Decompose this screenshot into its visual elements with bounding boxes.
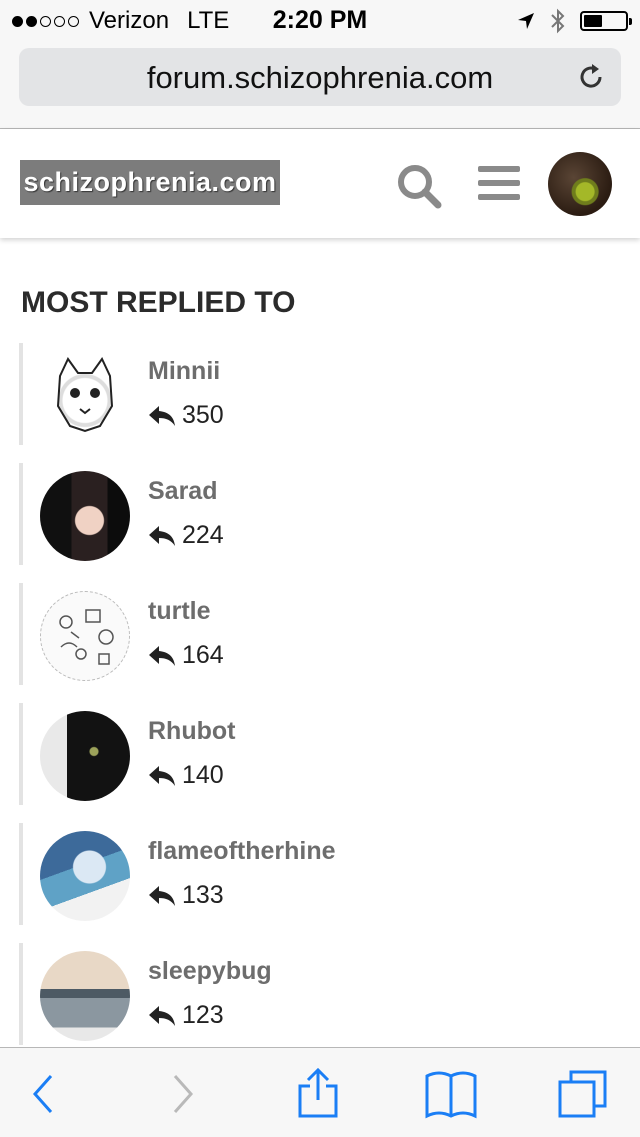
username-link[interactable]: Rhubot (148, 717, 235, 746)
reply-count-value: 224 (182, 521, 224, 549)
reply-count: 140 (148, 761, 224, 790)
location-arrow-icon (518, 13, 534, 29)
avatar[interactable] (40, 471, 130, 561)
reply-count: 224 (148, 521, 224, 550)
site-logo[interactable]: schizophrenia.com (20, 160, 280, 205)
bottom-toolbar (0, 1047, 640, 1137)
avatar[interactable] (40, 711, 130, 801)
status-bar: Verizon LTE 2:20 PM (0, 0, 640, 40)
forward-icon[interactable] (155, 1068, 211, 1120)
reply-count-value: 164 (182, 641, 224, 669)
reply-count-value: 133 (182, 881, 224, 909)
list-item[interactable]: turtle 164 (19, 583, 619, 685)
site-header: schizophrenia.com (0, 129, 640, 238)
reply-icon (149, 885, 175, 906)
avatar[interactable] (40, 951, 130, 1041)
address-bar: forum.schizophrenia.com (0, 40, 640, 129)
list-item[interactable]: Rhubot 140 (19, 703, 619, 805)
menu-icon[interactable] (478, 166, 520, 208)
reply-icon (149, 405, 175, 426)
reply-count: 123 (148, 1001, 224, 1030)
reply-count-value: 123 (182, 1001, 224, 1029)
username-link[interactable]: flameoftherhine (148, 837, 336, 866)
reply-icon (149, 1005, 175, 1026)
url-field[interactable]: forum.schizophrenia.com (19, 48, 621, 106)
reply-count: 350 (148, 401, 224, 430)
reload-icon[interactable] (575, 61, 607, 93)
avatar[interactable] (40, 351, 130, 441)
battery-level-fill (584, 15, 602, 27)
list-item[interactable]: Sarad 224 (19, 463, 619, 565)
share-icon[interactable] (290, 1068, 346, 1120)
username-link[interactable]: turtle (148, 597, 211, 626)
status-right (516, 8, 632, 34)
reply-count-value: 350 (182, 401, 224, 429)
avatar[interactable] (40, 591, 130, 681)
reply-count-value: 140 (182, 761, 224, 789)
avatar[interactable] (40, 831, 130, 921)
tabs-icon[interactable] (555, 1068, 611, 1120)
most-replied-list: Minnii 350 Sarad 224 turtle 164 Rhubot 1… (19, 343, 619, 1063)
url-text[interactable]: forum.schizophrenia.com (19, 60, 621, 96)
username-link[interactable]: sleepybug (148, 957, 272, 986)
battery-icon (580, 11, 632, 31)
username-link[interactable]: Minnii (148, 357, 220, 386)
search-icon[interactable] (396, 163, 442, 209)
user-avatar[interactable] (548, 152, 612, 216)
list-item[interactable]: sleepybug 123 (19, 943, 619, 1045)
bluetooth-icon (551, 8, 565, 34)
back-icon[interactable] (15, 1068, 71, 1120)
list-item[interactable]: flameoftherhine 133 (19, 823, 619, 925)
username-link[interactable]: Sarad (148, 477, 217, 506)
bookmarks-icon[interactable] (423, 1068, 479, 1120)
reply-icon (149, 525, 175, 546)
reply-count: 133 (148, 881, 224, 910)
reply-icon (149, 765, 175, 786)
list-item[interactable]: Minnii 350 (19, 343, 619, 445)
reply-icon (149, 645, 175, 666)
section-title: MOST REPLIED TO (21, 286, 296, 319)
reply-count: 164 (148, 641, 224, 670)
